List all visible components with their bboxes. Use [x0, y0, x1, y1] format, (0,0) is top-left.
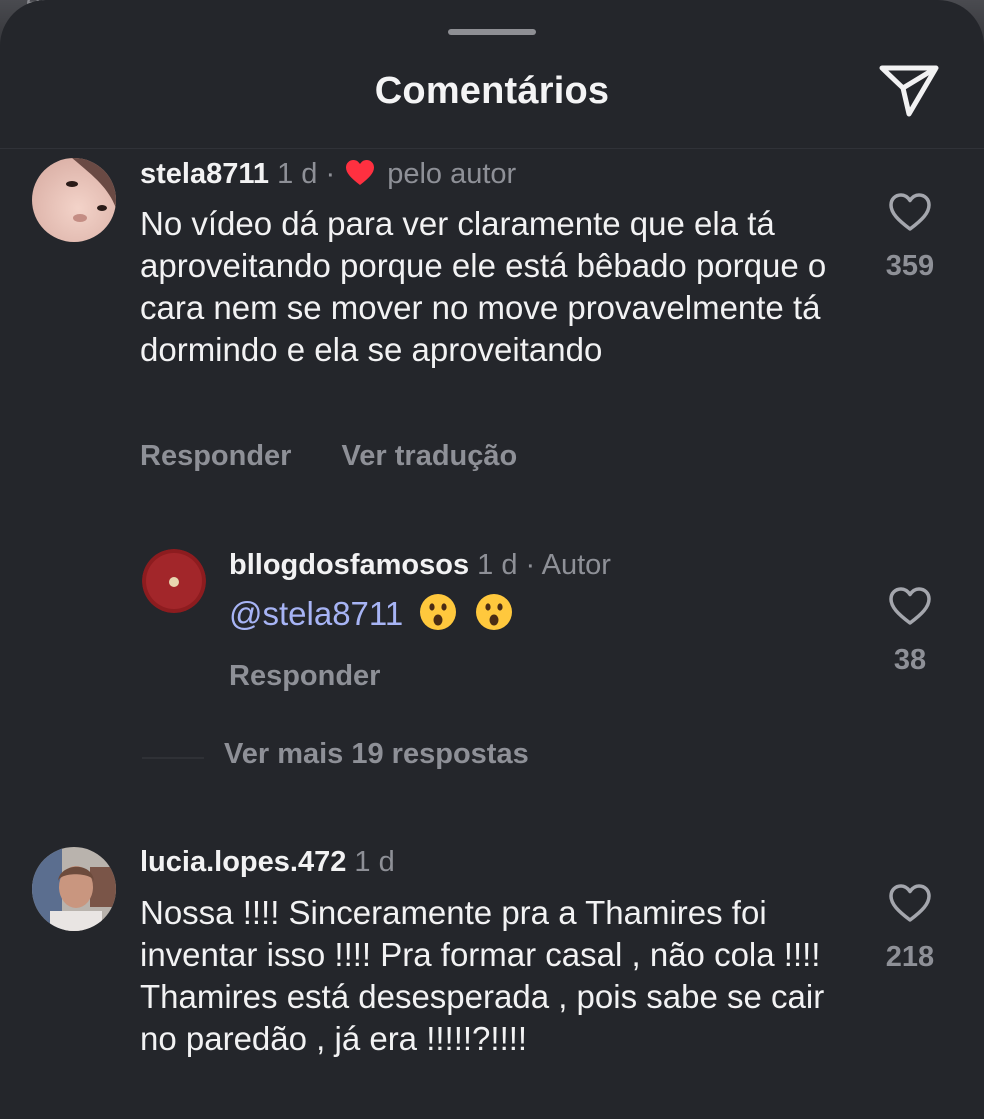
surprised-face-icon — [420, 594, 457, 630]
page-title: Comentários — [374, 70, 610, 112]
share-button[interactable] — [878, 62, 940, 120]
avatar-photo — [32, 158, 116, 242]
comments-sheet: Comentários stela8711 1 d · pelo autor N… — [0, 0, 984, 1119]
sheet-grabber[interactable] — [448, 29, 536, 35]
header-divider — [0, 148, 984, 149]
reply-button[interactable]: Responder — [140, 440, 291, 472]
reply-text: @stela8711 — [229, 592, 789, 635]
mention-link[interactable]: @stela8711 — [229, 595, 403, 632]
avatar[interactable] — [142, 549, 206, 613]
like-count: 38 — [893, 644, 927, 676]
view-more-replies-button[interactable]: Ver mais 19 respostas — [224, 738, 529, 771]
like-button[interactable]: 218 — [870, 883, 950, 974]
timestamp: 1 d · — [277, 158, 336, 190]
comment-header: lucia.lopes.472 1 d — [140, 846, 395, 879]
reply-actions: Responder — [229, 660, 380, 693]
author-badge: Autor — [541, 549, 611, 581]
blog-logo — [142, 549, 206, 613]
username[interactable]: lucia.lopes.472 — [140, 846, 346, 878]
timestamp: 1 d · — [477, 549, 536, 581]
comment-text: No vídeo dá para ver claramente que ela … — [140, 205, 827, 368]
comment-text: Nossa !!!! Sinceramente pra a Thamires f… — [140, 894, 825, 1057]
heart-outline-icon — [889, 193, 931, 231]
heart-filled-icon — [346, 160, 375, 185]
translate-button[interactable]: Ver tradução — [342, 440, 518, 472]
timestamp: 1 d — [354, 846, 395, 878]
heart-outline-icon — [889, 884, 931, 922]
paper-plane-icon — [879, 65, 939, 117]
reply-button[interactable]: Responder — [229, 660, 380, 692]
reply-header: bllogdosfamosos 1 d · Autor — [229, 549, 611, 582]
like-button[interactable]: 359 — [870, 192, 950, 283]
like-button[interactable]: 38 — [870, 586, 950, 677]
username[interactable]: stela8711 — [140, 158, 269, 190]
avatar[interactable] — [32, 158, 116, 242]
username[interactable]: bllogdosfamosos — [229, 549, 469, 581]
comment-header: stela8711 1 d · pelo autor — [140, 158, 516, 191]
avatar-photo — [32, 847, 116, 931]
comment-actions: Responder Ver tradução — [140, 440, 517, 473]
like-count: 218 — [885, 941, 935, 973]
heart-outline-icon — [889, 587, 931, 625]
thread-line — [142, 757, 204, 759]
surprised-face-icon — [475, 594, 512, 630]
like-count: 359 — [885, 250, 935, 282]
avatar[interactable] — [32, 847, 116, 931]
liked-by-author-label: pelo autor — [387, 158, 517, 190]
